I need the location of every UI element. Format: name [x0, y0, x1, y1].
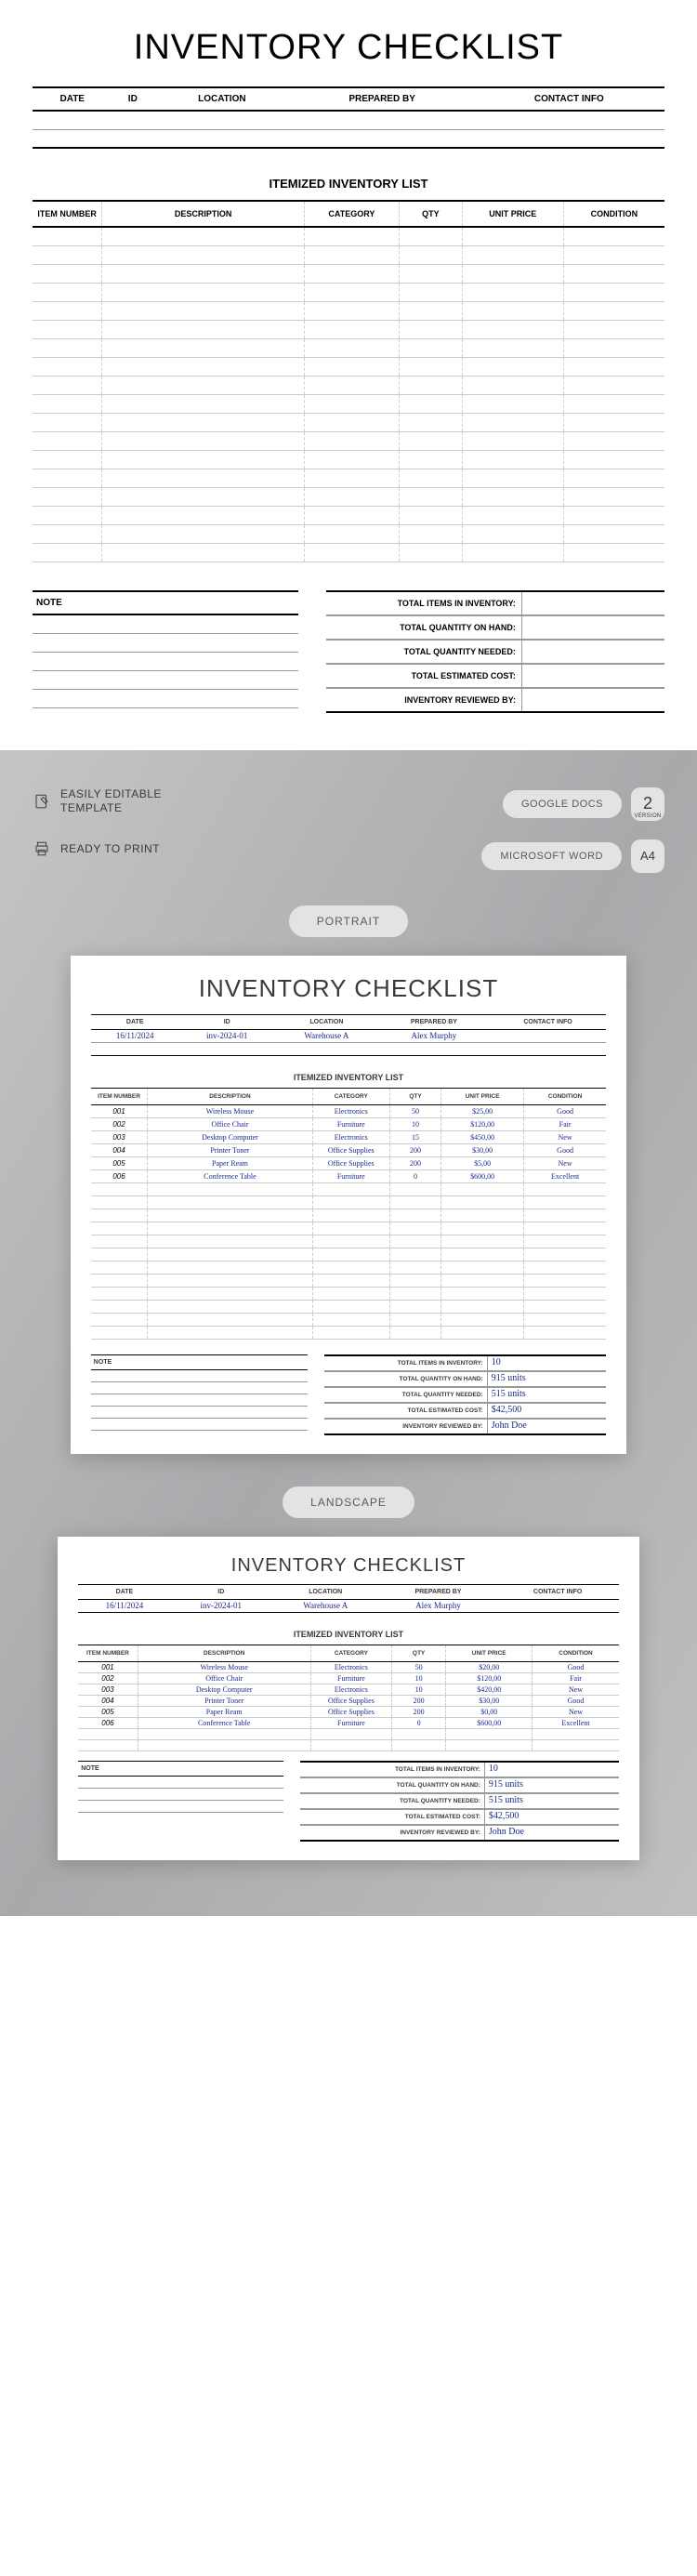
word-pill: MICROSOFT WORD	[481, 842, 622, 870]
preview-title: INVENTORY CHECKLIST	[91, 974, 606, 1003]
table-row: 006Conference TableFurniture0$600,00Exce…	[91, 1169, 606, 1182]
table-row	[33, 245, 664, 264]
table-row	[91, 1287, 606, 1300]
table-row	[33, 524, 664, 543]
item-col-cond: CONDITION	[563, 201, 664, 227]
table-row	[91, 1300, 606, 1313]
feature-editable: EASILY EDITABLE TEMPLATE	[33, 787, 162, 816]
table-row: 002Office ChairFurniture10$120,00Fair	[78, 1672, 619, 1684]
item-col-price: UNIT PRICE	[462, 201, 563, 227]
table-row	[33, 376, 664, 394]
table-row: 001Wireless MouseElectronics50$20,00Good	[78, 1661, 619, 1672]
a4-badge: A4	[631, 839, 664, 873]
total-items-label: TOTAL ITEMS IN INVENTORY:	[326, 592, 522, 614]
table-row: 003Desktop ComputerElectronics10$420,00N…	[78, 1684, 619, 1695]
info-section: EASILY EDITABLE TEMPLATE GOOGLE DOCS 2VE…	[0, 750, 697, 1916]
table-row	[91, 1274, 606, 1287]
table-row	[33, 450, 664, 469]
table-row	[78, 1739, 619, 1750]
table-row	[91, 1248, 606, 1261]
table-row: 004Printer TonerOffice Supplies200$30,00…	[91, 1143, 606, 1156]
table-row	[91, 1196, 606, 1209]
feature-print: READY TO PRINT	[33, 839, 160, 858]
table-row: 004Printer TonerOffice Supplies200$30,00…	[78, 1695, 619, 1706]
total-needed-label: TOTAL QUANTITY NEEDED:	[326, 641, 522, 663]
table-row	[33, 320, 664, 338]
feature-print-text: READY TO PRINT	[60, 842, 160, 855]
feature-editable-text: EASILY EDITABLE TEMPLATE	[60, 787, 162, 816]
table-row: 006Conference TableFurniture0$600,00Exce…	[78, 1717, 619, 1728]
item-col-number: ITEM NUMBER	[33, 201, 102, 227]
table-row: 002Office ChairFurniture10$120,00Fair	[91, 1117, 606, 1130]
table-row	[91, 1222, 606, 1235]
page-title: INVENTORY CHECKLIST	[33, 28, 664, 68]
edit-icon	[33, 792, 51, 811]
printer-icon	[33, 839, 51, 858]
table-row	[33, 394, 664, 413]
meta-col-contact: CONTACT INFO	[474, 87, 664, 111]
table-row	[33, 543, 664, 561]
table-row	[33, 413, 664, 431]
table-row: 001Wireless MouseElectronics50$25,00Good	[91, 1104, 606, 1117]
item-col-desc: DESCRIPTION	[102, 201, 305, 227]
table-row	[33, 264, 664, 283]
landscape-label: LANDSCAPE	[283, 1486, 414, 1518]
landscape-preview: INVENTORY CHECKLIST DATEIDLOCATIONPREPAR…	[58, 1537, 639, 1860]
meta-col-id: ID	[112, 87, 153, 111]
meta-col-location: LOCATION	[153, 87, 290, 111]
table-row	[33, 506, 664, 524]
meta-col-date: DATE	[33, 87, 112, 111]
item-table: ITEM NUMBER DESCRIPTION CATEGORY QTY UNI…	[33, 200, 664, 562]
table-row	[33, 357, 664, 376]
meta-col-preparedby: PREPARED BY	[291, 87, 474, 111]
table-row	[91, 1182, 606, 1196]
note-label: NOTE	[33, 590, 298, 615]
reviewed-by-label: INVENTORY REVIEWED BY:	[326, 689, 522, 711]
portrait-label: PORTRAIT	[289, 905, 408, 937]
note-block: NOTE	[33, 590, 298, 713]
table-row: 005Paper ReamOffice Supplies200$5,00New	[91, 1156, 606, 1169]
table-row	[91, 1261, 606, 1274]
table-row	[78, 1728, 619, 1739]
portrait-preview: INVENTORY CHECKLIST DATEIDLOCATIONPREPAR…	[71, 956, 626, 1454]
table-row: 005Paper ReamOffice Supplies200$0,00New	[78, 1706, 619, 1717]
item-col-cat: CATEGORY	[304, 201, 399, 227]
meta-table: DATE ID LOCATION PREPARED BY CONTACT INF…	[33, 86, 664, 149]
table-row	[33, 301, 664, 320]
table-row	[33, 487, 664, 506]
google-docs-pill: GOOGLE DOCS	[503, 790, 622, 818]
totals-block: TOTAL ITEMS IN INVENTORY: TOTAL QUANTITY…	[326, 590, 664, 713]
total-cost-label: TOTAL ESTIMATED COST:	[326, 665, 522, 687]
subheading: ITEMIZED INVENTORY LIST	[33, 177, 664, 191]
total-onhand-label: TOTAL QUANTITY ON HAND:	[326, 616, 522, 639]
table-row	[91, 1313, 606, 1326]
table-row	[91, 1209, 606, 1222]
table-row	[33, 338, 664, 357]
version-badge: 2VERSION	[631, 787, 664, 821]
table-row: 003Desktop ComputerElectronics15$450,00N…	[91, 1130, 606, 1143]
table-row	[91, 1326, 606, 1339]
table-row	[33, 431, 664, 450]
table-row	[91, 1235, 606, 1248]
blank-template: INVENTORY CHECKLIST DATE ID LOCATION PRE…	[0, 0, 697, 750]
item-col-qty: QTY	[399, 201, 462, 227]
table-row	[33, 227, 664, 245]
table-row	[33, 469, 664, 487]
table-row	[33, 283, 664, 301]
